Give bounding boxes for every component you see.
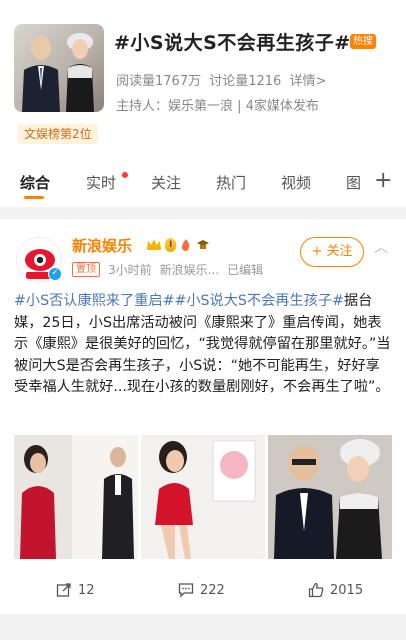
event-photo-1 (14, 435, 138, 559)
read-count: 阅读量1767万 (116, 74, 202, 89)
tab-following[interactable]: 关注 (151, 172, 181, 193)
graduation-cap-icon (197, 240, 210, 249)
woman-figure (66, 33, 94, 112)
tab-hot[interactable]: 热门 (216, 172, 246, 193)
post-actions: 12 222 2015 (0, 574, 406, 608)
post-hashtags[interactable]: #小S否认康熙来了重启##小S说大S不会再生孩子# (14, 293, 344, 309)
like-button[interactable]: 2015 (308, 582, 363, 598)
photo-1[interactable] (14, 435, 138, 559)
comment-count: 222 (200, 582, 225, 598)
flame-icon (182, 239, 190, 251)
post-source: 新浪娱乐... (159, 263, 220, 277)
tab-comprehensive[interactable]: 综合 (20, 172, 50, 193)
topic-header: #小S说大S不会再生孩子# 热搜 阅读量1767万 讨论量1216 详情> 主持… (0, 0, 406, 207)
vip-level-badge: I (165, 238, 177, 252)
add-tab-icon[interactable]: + (374, 168, 392, 193)
comment-button[interactable]: 222 (178, 582, 225, 598)
edited-label: 已编辑 (227, 263, 264, 277)
topic-title: #小S说大S不会再生孩子# (114, 32, 351, 54)
comment-icon (178, 583, 194, 598)
man-figure (22, 36, 60, 112)
topic-host: 主持人：娱乐第一浪 | 4家媒体发布 (116, 99, 319, 114)
tab-images[interactable]: 图 (346, 172, 361, 193)
repost-button[interactable]: 12 (56, 582, 95, 598)
details-link[interactable]: 详情> (289, 74, 326, 89)
topic-cover-image (14, 24, 104, 112)
new-content-dot (122, 172, 128, 178)
post-card: ✓ 新浪娱乐 I 置顶 3小时前 新浪娱乐... 已编辑 + 关注 ︿ #小S否… (0, 219, 406, 614)
discuss-count: 讨论量1216 (209, 74, 282, 89)
repost-icon (56, 583, 71, 597)
photo-2[interactable] (141, 435, 265, 559)
repost-count: 12 (78, 582, 95, 598)
tab-video[interactable]: 视频 (281, 172, 311, 193)
post-meta: 置顶 3小时前 新浪娱乐... 已编辑 (72, 261, 263, 278)
event-photo-3 (268, 435, 392, 559)
chevron-down-icon[interactable]: ︿ (374, 237, 388, 257)
post-body: #小S否认康熙来了重启##小S说大S不会再生孩子#据台媒，25日，小S出席活动被… (14, 291, 394, 399)
photo-grid (14, 435, 392, 559)
author-badges: I (146, 236, 210, 254)
photo-3[interactable] (268, 435, 392, 559)
tab-bar: 综合 实时 关注 热门 视频 图 + (0, 164, 406, 204)
feed-divider (0, 614, 406, 640)
post-time: 3小时前 (108, 263, 152, 277)
follow-button[interactable]: + 关注 (300, 237, 364, 267)
like-count: 2015 (330, 582, 364, 598)
thumbs-up-icon (308, 582, 324, 598)
active-tab-indicator (24, 196, 44, 199)
hot-badge: 热搜 (350, 34, 376, 49)
rank-tag[interactable]: 文娱榜第2位 (18, 124, 98, 144)
crown-icon (147, 239, 161, 250)
tab-realtime[interactable]: 实时 (86, 172, 116, 193)
verified-icon: ✓ (48, 267, 62, 281)
author-name[interactable]: 新浪娱乐 (72, 235, 132, 256)
event-photo-2 (141, 435, 265, 559)
pinned-badge: 置顶 (72, 262, 100, 277)
topic-stats: 阅读量1767万 讨论量1216 详情> (116, 70, 330, 89)
section-divider (0, 207, 406, 219)
